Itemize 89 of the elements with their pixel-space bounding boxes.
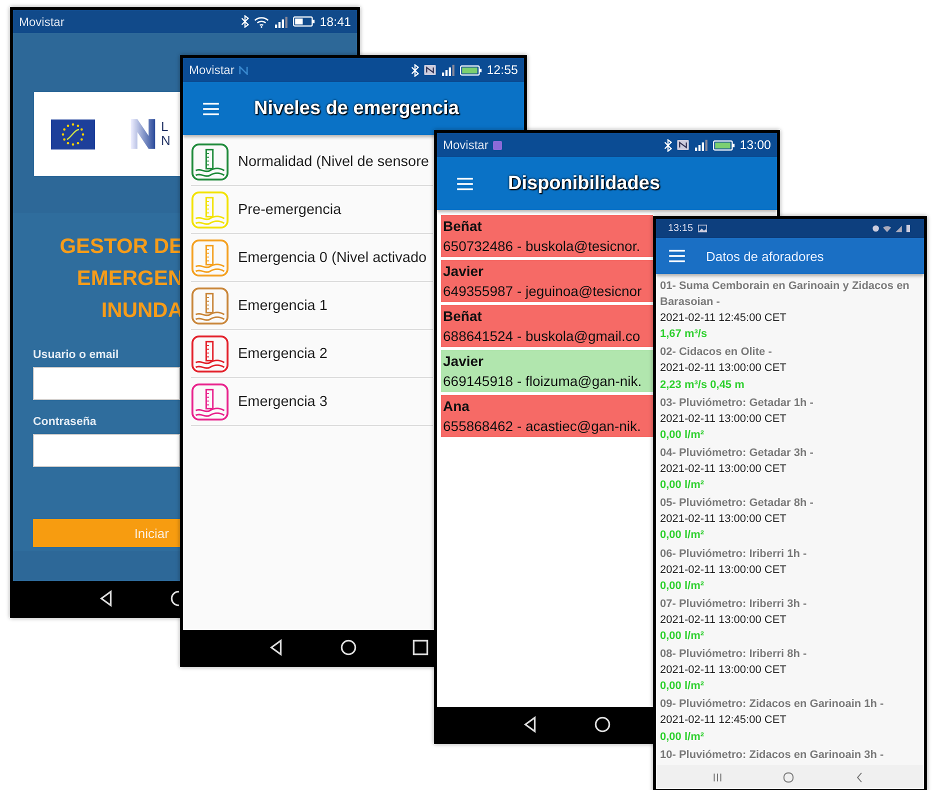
level-row[interactable]: Emergencia 1 xyxy=(191,282,433,330)
station-name: 08- Pluviómetro: Iriberri 8h - xyxy=(660,647,808,662)
app-title: INUNDA xyxy=(101,298,183,324)
logo-text: N xyxy=(161,134,170,148)
timestamp: 2021-02-11 13:00:00 CET xyxy=(660,462,788,478)
station-name: 05- Pluviómetro: Getadar 8h - xyxy=(660,496,814,512)
contact-details: 688641524 - buskola@gmail.co xyxy=(443,327,642,346)
flag-icon xyxy=(51,118,95,150)
nfc-icon xyxy=(676,140,689,150)
input-field[interactable] xyxy=(33,434,180,467)
contact-name: Ana xyxy=(443,397,470,416)
timestamp: 2021-02-11 13:00:00 CET xyxy=(660,562,788,578)
carrier-name: Movistar xyxy=(19,14,64,28)
notification-icon xyxy=(493,140,502,150)
reading-value: 0,00 l/m² xyxy=(660,528,706,544)
input-field[interactable] xyxy=(33,367,180,400)
screen-title: Niveles de emergencia xyxy=(254,98,459,120)
level-row[interactable]: Normalidad (Nivel de sensore xyxy=(191,138,433,186)
menu-icon[interactable] xyxy=(202,102,220,116)
reading-value: 0,00 l/m² xyxy=(660,730,706,745)
timestamp: 2021-02-11 13:00:00 CET xyxy=(660,412,788,427)
clock-time: 13:15 xyxy=(668,223,694,234)
contact-details: 669145918 - floizuma@gan-nik. xyxy=(443,372,643,391)
station-name: 01- Suma Cemborain en Garinoain y Zidacos en Barasoian - xyxy=(660,279,910,310)
notification-icon xyxy=(239,66,248,74)
contact-card[interactable]: Javier 649355987 - jeguinoa@tesicnor xyxy=(441,260,653,302)
reading-value: 1,67 m³/s xyxy=(660,327,708,342)
level-row[interactable]: Emergencia 0 (Nivel activado xyxy=(191,234,433,282)
station-name: 04- Pluviómetro: Getadar 3h - xyxy=(660,446,814,461)
bluetooth-icon xyxy=(240,15,249,28)
timestamp: 2021-02-11 13:00:00 CET xyxy=(660,612,788,628)
timestamp: 2021-02-11 13:00:00 CET xyxy=(660,512,788,528)
clock-time: 12:55 xyxy=(486,63,518,77)
level-row[interactable]: Pre-emergencia xyxy=(191,186,433,234)
contact-name: Beñat xyxy=(443,307,483,326)
station-name: 02- Cidacos en Olite - xyxy=(660,345,773,360)
timestamp: 2021-02-11 12:45:00 CET xyxy=(660,713,788,728)
contact-card[interactable]: Beñat 650732486 - buskola@tesicnor. xyxy=(441,215,653,257)
reading-value: 0,00 l/m² xyxy=(660,478,706,494)
clock-time: 13:00 xyxy=(740,138,771,152)
station-name: 06- Pluviómetro: Iriberri 1h - xyxy=(660,546,808,562)
logo-text: L xyxy=(161,120,170,134)
contact-name: Javier xyxy=(443,352,484,371)
menu-icon[interactable] xyxy=(668,249,686,263)
image-icon xyxy=(698,224,708,233)
screen-title: Disponibilidades xyxy=(508,172,660,194)
level-row[interactable]: Emergencia 3 xyxy=(191,378,433,426)
field-label: Contraseña xyxy=(33,416,96,428)
reading-value: 0,00 l/m² xyxy=(660,428,706,443)
reading-value: 0,00 l/m² xyxy=(660,628,706,644)
battery-icon xyxy=(460,64,482,76)
contact-card[interactable]: Javier 669145918 - floizuma@gan-nik. xyxy=(441,350,653,392)
screen-title: Datos de aforadores xyxy=(706,248,824,264)
reading-value: 0,00 l/m² xyxy=(660,578,706,594)
contact-card[interactable]: Ana 655868462 - acastiec@gan-nik. xyxy=(441,395,653,437)
bluetooth-icon xyxy=(664,138,672,152)
station-name: 07- Pluviómetro: Iriberri 3h - xyxy=(660,596,808,612)
app-title: EMERGEN xyxy=(76,266,183,292)
reading-value: 0,00 l/m² xyxy=(660,679,706,694)
timestamp: 2021-02-11 13:00:00 CET xyxy=(660,361,788,376)
signal-icon xyxy=(274,16,288,28)
menu-icon[interactable] xyxy=(456,176,474,190)
level-row[interactable]: Emergencia 2 xyxy=(191,330,433,378)
signal-icon xyxy=(440,64,455,76)
battery-icon xyxy=(292,16,315,27)
contact-name: Beñat xyxy=(443,217,483,236)
contact-details: 649355987 - jeguinoa@tesicnor xyxy=(443,282,643,301)
station-name: 03- Pluviómetro: Getadar 1h - xyxy=(660,396,814,411)
contact-details: 650732486 - buskola@tesicnor. xyxy=(443,237,642,256)
field-label: Usuario o email xyxy=(33,349,119,361)
timestamp: 2021-02-11 12:45:00 CET xyxy=(660,311,788,326)
clock-time: 18:41 xyxy=(320,14,351,28)
nfc-icon xyxy=(424,65,436,75)
contact-details: 655868462 - acastiec@gan-nik. xyxy=(443,417,642,436)
bluetooth-icon xyxy=(410,64,419,76)
timestamp: 2021-02-11 13:00:00 CET xyxy=(660,663,788,678)
contact-card[interactable]: Beñat 688641524 - buskola@gmail.co xyxy=(441,305,653,347)
station-name: 10- Pluviómetro: Zidacos en Garinoain 3h - xyxy=(660,748,885,763)
carrier-name: Movistar xyxy=(443,138,488,152)
status-icons xyxy=(872,224,912,233)
reading-value: 2,23 m³/s 0,45 m xyxy=(660,378,746,393)
signal-icon xyxy=(694,139,708,151)
recents-icon[interactable] xyxy=(412,638,429,656)
logo-icon xyxy=(129,119,157,149)
station-name: 09- Pluviómetro: Zidacos en Garinoain 1h - xyxy=(660,697,885,712)
battery-icon xyxy=(712,140,735,150)
contact-name: Javier xyxy=(443,262,484,281)
carrier-name: Movistar xyxy=(189,63,234,77)
wifi-icon xyxy=(254,16,269,28)
